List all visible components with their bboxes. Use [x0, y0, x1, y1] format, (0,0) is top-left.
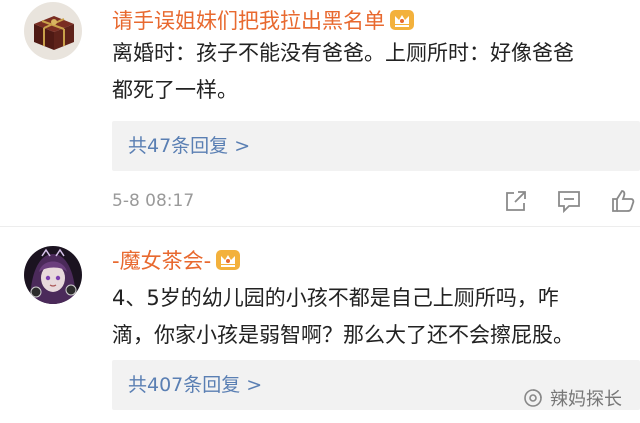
share-icon[interactable] — [503, 188, 529, 214]
comment-text: 4、5岁的幼儿园的小孩不都是自己上厕所吗，咋 滴，你家小孩是弱智啊？那么大了还不… — [112, 280, 640, 354]
wechat-official-account-icon — [522, 387, 544, 409]
comment-divider — [0, 226, 640, 227]
watermark: 辣妈探长 — [522, 385, 622, 411]
watermark-text: 辣妈探长 — [550, 389, 622, 410]
comment-text-line: 滴，你家小孩是弱智啊？那么大了还不会擦屁股。 — [112, 323, 574, 347]
like-icon[interactable] — [610, 188, 636, 214]
comment-timestamp: 5-8 08:17 — [112, 191, 195, 211]
comment-username[interactable]: -魔女茶会- — [112, 248, 241, 274]
gift-box-avatar[interactable] — [24, 2, 82, 60]
username-text[interactable]: 请手误姐妹们把我拉出黑名单 — [112, 9, 385, 33]
comment-text-line: 离婚时：孩子不能没有爸爸。上厕所时：好像爸爸 — [112, 41, 574, 65]
comment-text: 离婚时：孩子不能没有爸爸。上厕所时：好像爸爸 都死了一样。 — [112, 35, 640, 109]
vip-crown-icon — [215, 249, 241, 271]
comment-username[interactable]: 请手误姐妹们把我拉出黑名单 — [112, 8, 415, 34]
username-text[interactable]: -魔女茶会- — [112, 249, 211, 273]
anime-girl-avatar[interactable] — [24, 246, 82, 304]
comment-text-line: 都死了一样。 — [112, 78, 238, 102]
view-replies-link[interactable]: 共407条回复 > — [128, 360, 262, 410]
comment-text-line: 4、5岁的幼儿园的小孩不都是自己上厕所吗，咋 — [112, 286, 559, 310]
vip-crown-icon — [389, 9, 415, 31]
view-replies-link[interactable]: 共47条回复 > — [128, 121, 250, 171]
comment-icon[interactable] — [556, 188, 582, 214]
reply-box[interactable]: 共47条回复 > — [112, 121, 640, 171]
